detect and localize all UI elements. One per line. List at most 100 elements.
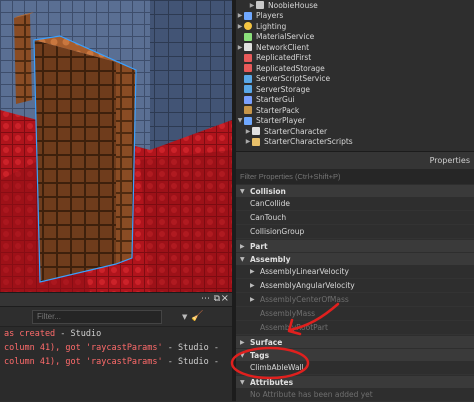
section-label: Part [250,241,268,251]
property-name: AssemblyLinearVelocity [260,267,349,276]
tree-item-label: StarterCharacterScripts [264,137,353,147]
tree-item[interactable]: ReplicatedStorage [236,63,474,74]
expand-icon[interactable]: ▶ [236,44,244,51]
climbable-wall-part [34,40,116,282]
expand-icon: ▶ [240,242,245,250]
collapse-icon: ▼ [240,187,245,195]
property-row[interactable]: CollisionGroup [236,225,474,239]
log-error-text: as created [4,329,56,339]
property-name: CanTouch [250,213,287,222]
tree-item[interactable]: ▶ StarterCharacter [236,126,474,137]
property-row[interactable]: AssemblyRootPart [236,321,474,335]
property-name: AssemblyRootPart [260,323,328,332]
property-name: CollisionGroup [250,227,305,236]
property-row[interactable]: CanCollide [236,197,474,211]
log-source-text: - Studio [55,329,102,339]
collapse-icon: ▼ [240,351,245,359]
server-storage-icon [244,85,252,94]
close-icon[interactable]: × [221,293,229,304]
log-line: as created - Studio [0,327,232,341]
tree-item-label: NoobieHouse [268,0,318,10]
tree-item-label: StarterPack [256,105,300,115]
output-panel: ⋯ ⧉ × ▼ 🧹 as created - Studio column 41)… [0,292,232,401]
property-row[interactable]: ▶ AssemblyCenterOfMass [236,293,474,307]
property-name: CanCollide [250,199,291,208]
expand-icon[interactable]: ▶ [250,296,260,303]
property-row[interactable]: CanTouch [236,211,474,225]
tree-item[interactable]: MaterialService [236,32,474,43]
section-label: Surface [250,337,283,347]
tree-item[interactable]: ▶ NoobieHouse [236,0,474,11]
folder-icon [252,137,260,146]
attributes-empty-message: No Attribute has been added yet [236,388,474,402]
tag-row[interactable]: ClimbAbleWall [236,361,474,375]
section-surface[interactable]: ▶ Surface [236,336,474,348]
property-row[interactable]: ▶ AssemblyLinearVelocity [236,265,474,279]
section-assembly[interactable]: ▼ Assembly [236,253,474,265]
log-line: column 41), got 'raycastParams' - Studio… [0,341,232,355]
tree-item-label: MaterialService [256,32,315,42]
expand-icon[interactable]: ▶ [236,12,244,19]
more-options-icon[interactable]: ⋯ [201,294,210,304]
section-collision[interactable]: ▼ Collision [236,185,474,197]
tree-item[interactable]: StarterGui [236,95,474,106]
property-name: AssemblyMass [260,309,316,318]
tree-item[interactable]: ServerStorage [236,84,474,95]
collapse-icon[interactable]: ▼ [236,117,244,124]
collapse-icon: ▼ [240,378,245,386]
property-row[interactable]: ▶ AssemblyAngularVelocity [236,279,474,293]
output-toolbar: ▼ 🧹 [0,307,232,327]
tree-item[interactable]: StarterPack [236,105,474,116]
replicated-first-icon [244,53,252,62]
expand-icon[interactable]: ▶ [250,282,260,289]
tree-item-label: ServerStorage [256,84,310,94]
property-name: AssemblyCenterOfMass [260,295,349,304]
expand-icon: ▶ [240,338,245,346]
tree-item[interactable]: ▶ Lighting [236,21,474,32]
tree-item-label: ReplicatedStorage [256,63,325,73]
tree-item[interactable]: ▶ NetworkClient [236,42,474,53]
log-line: column 41), got 'raycastParams' - Studio… [0,355,232,369]
scene-canvas [0,0,232,292]
section-label: Tags [250,350,270,360]
section-label: Assembly [250,254,291,264]
log-source-text: - Studio - [162,357,219,367]
tree-item[interactable]: ▼ StarterPlayer [236,116,474,127]
properties-title: Properties [236,152,474,169]
tree-item-label: StarterPlayer [256,116,306,126]
property-row[interactable]: AssemblyMass [236,307,474,321]
tree-item[interactable]: ServerScriptService [236,74,474,85]
collapse-icon: ▼ [240,255,245,263]
expand-icon[interactable]: ▶ [250,268,260,275]
network-icon [244,43,252,52]
tree-item[interactable]: ▶ Players [236,11,474,22]
tree-item-label: StarterGui [256,95,295,105]
starter-pack-icon [244,106,252,115]
expand-icon[interactable]: ▶ [244,138,252,145]
output-filter-input[interactable] [32,309,162,324]
dropdown-icon[interactable]: ▼ [182,313,187,321]
expand-icon[interactable]: ▶ [248,2,256,9]
starter-gui-icon [244,95,252,104]
starter-character-icon [252,127,260,136]
section-part[interactable]: ▶ Part [236,240,474,252]
clear-output-icon[interactable]: 🧹 [191,311,203,322]
expand-icon[interactable]: ▶ [244,128,252,135]
popout-icon[interactable]: ⧉ [214,294,220,304]
section-tags[interactable]: ▼ Tags [236,349,474,361]
viewport-3d[interactable] [0,0,232,292]
properties-panel: Properties ▼ Collision CanCollide CanTou… [236,151,474,402]
tree-item-label: ReplicatedFirst [256,53,312,63]
properties-filter-input[interactable] [236,169,474,184]
section-attributes[interactable]: ▼ Attributes [236,376,474,388]
tree-item[interactable]: ReplicatedFirst [236,53,474,64]
lighting-icon [244,22,252,31]
expand-icon[interactable]: ▶ [236,23,244,30]
server-script-icon [244,74,252,83]
tree-item-label: Lighting [256,21,287,31]
property-name: AssemblyAngularVelocity [260,281,355,290]
tree-item-label: ServerScriptService [256,74,331,84]
tree-item[interactable]: ▶ StarterCharacterScripts [236,137,474,148]
section-label: Attributes [250,377,294,387]
section-label: Collision [250,186,286,196]
